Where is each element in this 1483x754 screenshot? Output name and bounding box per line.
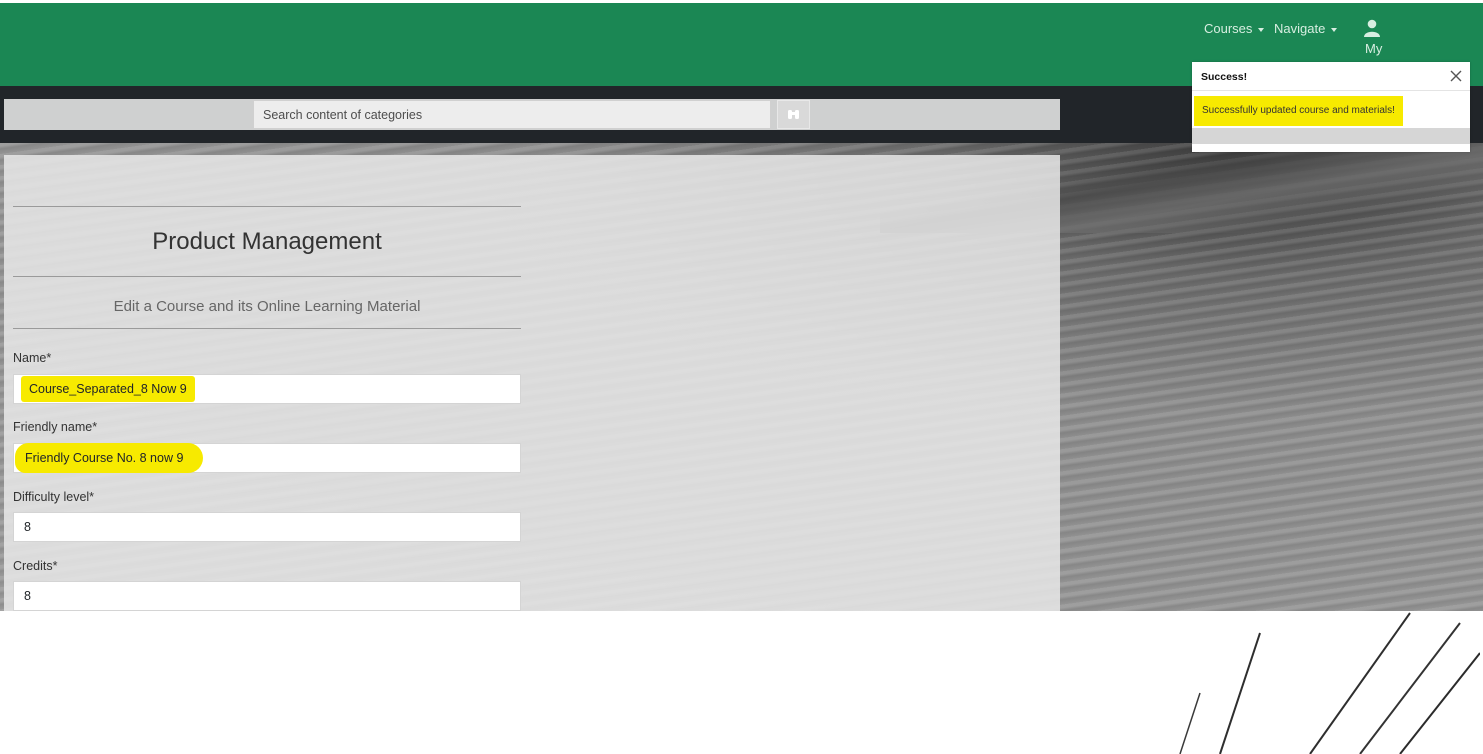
nav-courses[interactable]: Courses bbox=[1204, 21, 1265, 36]
friendly-name-value: Friendly Course No. 8 now 9 bbox=[15, 443, 204, 473]
nav-navigate[interactable]: Navigate bbox=[1274, 21, 1338, 36]
binoculars-icon bbox=[788, 110, 799, 119]
user-icon[interactable] bbox=[1364, 19, 1380, 37]
difficulty-level-label: Difficulty level* bbox=[13, 490, 95, 504]
toast-strip bbox=[1192, 128, 1470, 144]
page-subtitle: Edit a Course and its Online Learning Ma… bbox=[113, 298, 421, 315]
name-label: Name* bbox=[13, 351, 52, 365]
toast-title: Success! bbox=[1201, 71, 1248, 83]
credits-field[interactable]: 8 bbox=[13, 581, 521, 611]
toast-message: Successfully updated course and material… bbox=[1194, 96, 1403, 126]
search-input[interactable] bbox=[253, 100, 771, 129]
name-value: Course_Separated_8 Now 9 bbox=[21, 376, 195, 402]
nav-courses-label: Courses bbox=[1204, 21, 1253, 36]
friendly-name-label: Friendly name* bbox=[13, 420, 98, 434]
success-toast: Success! Successfully updated course and… bbox=[1192, 62, 1470, 152]
chevron-down-icon bbox=[1331, 27, 1338, 32]
credits-label: Credits* bbox=[13, 559, 58, 573]
difficulty-level-field[interactable]: 8 bbox=[13, 512, 521, 542]
page-title: Product Management bbox=[152, 228, 382, 255]
friendly-name-field[interactable]: Friendly Course No. 8 now 9 bbox=[13, 443, 521, 473]
chevron-down-icon bbox=[1258, 27, 1265, 32]
credits-value: 8 bbox=[24, 589, 31, 603]
search-button[interactable] bbox=[777, 100, 810, 129]
divider bbox=[13, 276, 521, 277]
close-icon[interactable] bbox=[1448, 68, 1464, 84]
name-field[interactable]: Course_Separated_8 Now 9 bbox=[13, 374, 521, 404]
nav-navigate-label: Navigate bbox=[1274, 21, 1326, 36]
background-reeds bbox=[1179, 612, 1480, 754]
user-menu-label[interactable]: My bbox=[1365, 41, 1382, 56]
divider bbox=[13, 206, 521, 207]
toast-header: Success! bbox=[1192, 62, 1470, 91]
divider bbox=[13, 328, 521, 329]
difficulty-level-value: 8 bbox=[24, 520, 31, 534]
toast-footer bbox=[1192, 144, 1470, 152]
